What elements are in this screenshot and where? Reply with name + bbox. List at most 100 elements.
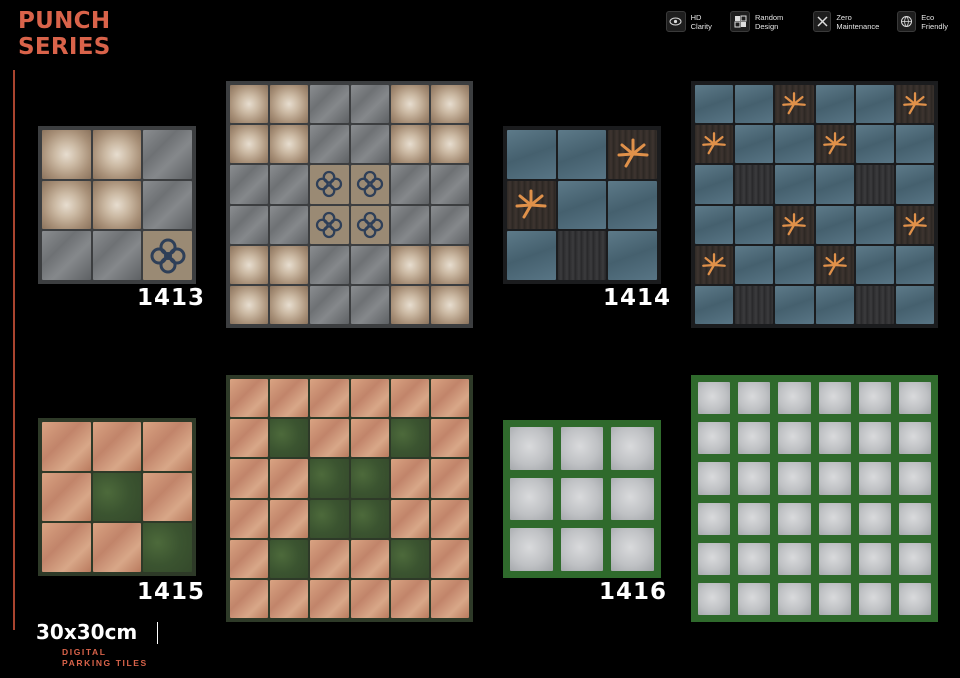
grass-cell: [143, 523, 192, 572]
terracotta-cell: [390, 499, 429, 538]
leaf-cell: [430, 245, 469, 284]
fern-cell: [895, 85, 934, 124]
fern-cell: [895, 205, 934, 244]
tile-1413-single: [38, 126, 196, 284]
paver-cell: [560, 528, 604, 571]
stone-cell: [270, 205, 309, 244]
grass-cell: [270, 539, 309, 578]
product-code-1414: 1414: [603, 285, 672, 311]
slate-cell: [735, 205, 774, 244]
leaf-cell: [230, 245, 269, 284]
paver-cell: [698, 542, 731, 575]
paver-cell: [510, 528, 553, 571]
stone-cell: [310, 245, 349, 284]
paver-cell: [898, 542, 931, 575]
product-category-line1: DIGITAL: [62, 647, 107, 657]
slate-cell: [695, 205, 734, 244]
grass-cell: [310, 459, 349, 498]
product-code-1415: 1415: [137, 579, 206, 605]
fern-cell: [507, 180, 556, 230]
slate-cell: [815, 205, 854, 244]
wood-cell: [557, 231, 607, 280]
paver-cell: [898, 422, 931, 455]
terracotta-cell: [390, 379, 429, 418]
paver-cell: [560, 427, 604, 470]
ornament-cell: [350, 165, 389, 204]
slate-cell: [557, 130, 607, 179]
slate-cell: [855, 125, 894, 164]
terracotta-cell: [270, 579, 309, 618]
slate-cell: [775, 165, 814, 204]
terracotta-cell: [230, 539, 269, 578]
paver-cell: [698, 582, 731, 615]
leaf-cell: [42, 180, 91, 230]
paver-cell: [818, 382, 851, 415]
paver-cell: [858, 462, 891, 495]
slate-cell: [815, 165, 854, 204]
tile-1415-layout: [226, 375, 473, 622]
slate-cell: [608, 180, 657, 230]
size-divider: [157, 622, 158, 644]
terracotta-cell: [42, 472, 91, 522]
terracotta-cell: [42, 422, 91, 471]
terracotta-cell: [430, 459, 469, 498]
paver-cell: [818, 502, 851, 535]
terracotta-cell: [270, 379, 309, 418]
feature-label: Eco Friendly: [921, 12, 948, 31]
ornament-cell: [143, 231, 192, 280]
terracotta-cell: [430, 419, 469, 458]
fern-cell: [815, 125, 854, 164]
slate-cell: [855, 205, 894, 244]
terracotta-cell: [430, 579, 469, 618]
wood-cell: [735, 285, 774, 324]
ornament-cell: [310, 205, 349, 244]
paver-cell: [818, 542, 851, 575]
stone-cell: [42, 231, 91, 280]
grass-cell: [390, 419, 429, 458]
paver-cell: [858, 582, 891, 615]
stone-cell: [230, 165, 269, 204]
paver-cell: [778, 542, 811, 575]
tile-1416-layout: [691, 375, 938, 622]
terracotta-cell: [430, 379, 469, 418]
terracotta-cell: [310, 379, 349, 418]
stone-cell: [430, 165, 469, 204]
paver-cell: [698, 422, 731, 455]
accent-divider: [13, 70, 15, 630]
leaf-cell: [230, 125, 269, 164]
leaf-cell: [390, 125, 429, 164]
tile-1414-layout: [691, 81, 938, 328]
stone-cell: [92, 231, 142, 280]
paver-cell: [898, 582, 931, 615]
terracotta-cell: [230, 459, 269, 498]
slate-cell: [775, 125, 814, 164]
stone-cell: [390, 165, 429, 204]
terracotta-cell: [230, 379, 269, 418]
slate-cell: [695, 165, 734, 204]
paver-cell: [898, 462, 931, 495]
feature-random-design: Random Design: [730, 11, 805, 32]
stone-cell: [350, 125, 389, 164]
tile-1415-single: [38, 418, 196, 576]
paver-cell: [738, 542, 771, 575]
paver-cell: [738, 382, 771, 415]
grass-cell: [92, 472, 142, 522]
tile-1416-single: [503, 420, 661, 578]
tools-icon: [812, 11, 832, 32]
stone-cell: [430, 205, 469, 244]
product-category-line2: PARKING TILES: [62, 658, 148, 668]
paver-cell: [858, 542, 891, 575]
slate-cell: [775, 245, 814, 284]
grass-cell: [270, 419, 309, 458]
feature-label: Random Design: [754, 12, 784, 31]
paver-cell: [898, 502, 931, 535]
terracotta-cell: [270, 459, 309, 498]
paver-cell: [738, 422, 771, 455]
stone-cell: [350, 85, 389, 124]
paver-cell: [698, 502, 731, 535]
series-title-line2: SERIES: [18, 34, 111, 60]
paver-cell: [611, 528, 654, 571]
terracotta-cell: [350, 579, 389, 618]
terracotta-cell: [143, 472, 192, 522]
fern-cell: [695, 125, 734, 164]
